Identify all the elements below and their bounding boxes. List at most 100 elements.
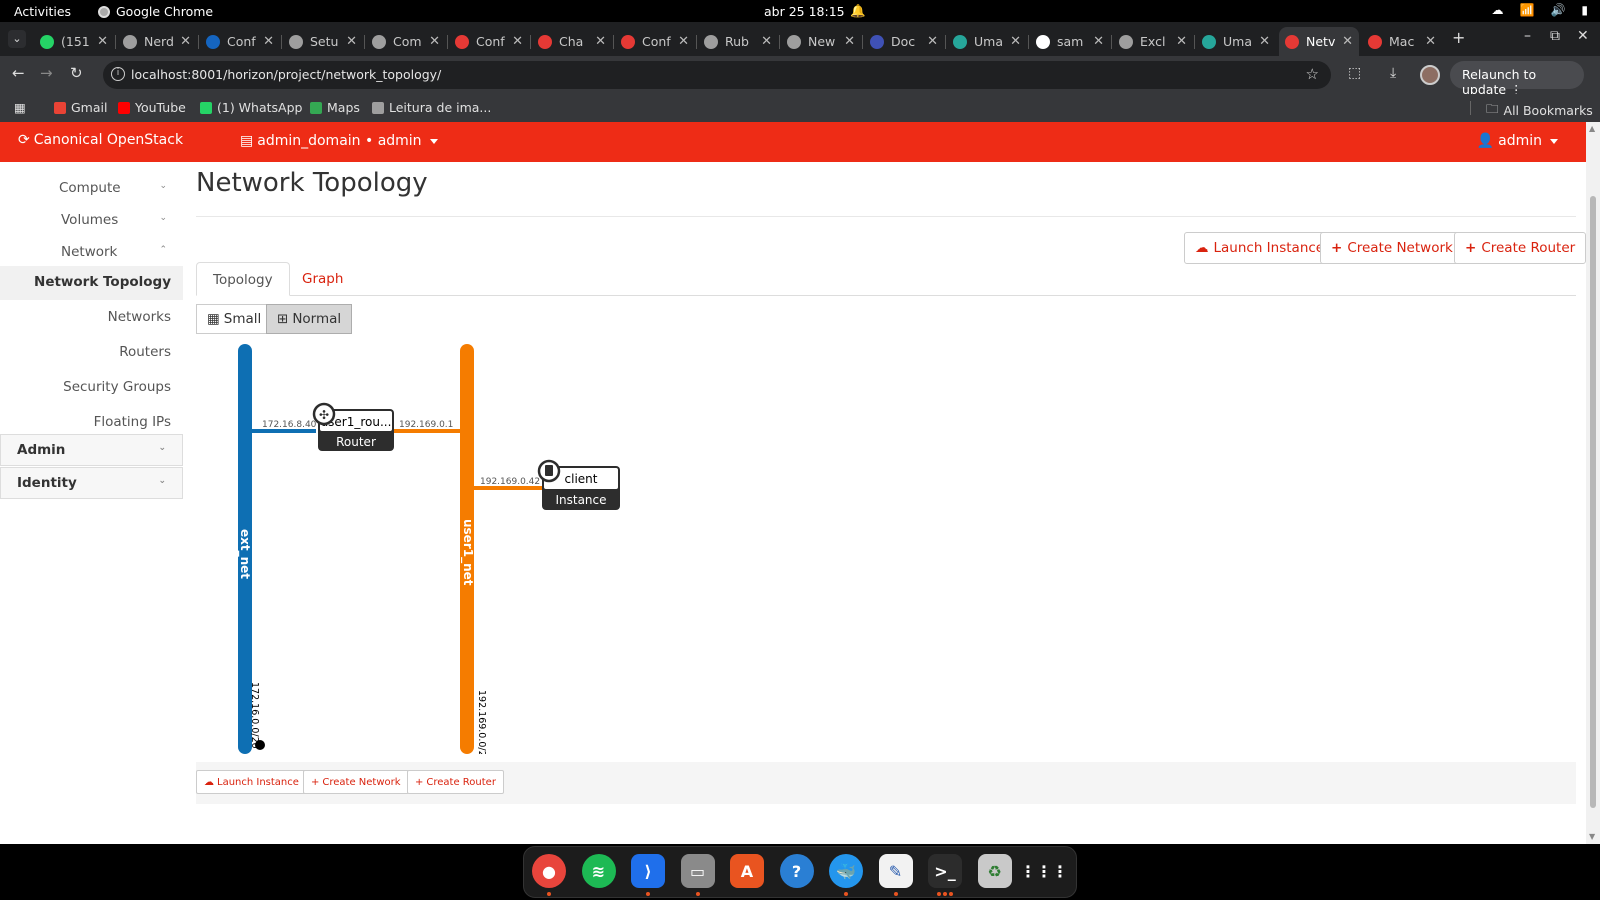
small-view-toggle[interactable]: ▦ Small	[196, 304, 273, 334]
sidebar-item-volumes[interactable]: Volumes ⌄	[0, 204, 183, 236]
browser-tab[interactable]: Rub ✕	[698, 27, 778, 56]
bookmark-item[interactable]: YouTube	[118, 100, 186, 115]
apps-grid-icon[interactable]: ▦	[14, 100, 26, 115]
tab-close-icon[interactable]: ✕	[1425, 34, 1436, 49]
launch-instance-button-bottom[interactable]: ☁ Launch Instance	[196, 770, 307, 794]
tab-close-icon[interactable]: ✕	[1259, 34, 1270, 49]
normal-view-toggle[interactable]: ⊞ Normal	[266, 304, 353, 334]
browser-tab[interactable]: sam ✕	[1030, 27, 1110, 56]
profile-avatar[interactable]	[1420, 65, 1440, 85]
bookmark-item[interactable]: Gmail	[54, 100, 107, 115]
browser-tab[interactable]: New ✕	[781, 27, 861, 56]
tab-topology[interactable]: Topology	[196, 262, 290, 296]
sidebar-group-identity[interactable]: Identity ⌄	[0, 467, 183, 499]
router-node[interactable]: user1_rou... Router ✣	[312, 402, 394, 451]
bookmark-item[interactable]: Leitura de ima...	[372, 100, 491, 115]
browser-tab[interactable]: Excl ✕	[1113, 27, 1193, 56]
files-icon[interactable]: ▭	[680, 854, 715, 888]
browser-tab[interactable]: Conf ✕	[200, 27, 280, 56]
sidebar-item-compute[interactable]: Compute ⌄	[0, 172, 183, 204]
sidebar-item-security-groups[interactable]: Security Groups	[63, 379, 171, 395]
browser-tab[interactable]: Conf ✕	[615, 27, 695, 56]
sidebar-item-routers[interactable]: Routers	[119, 344, 171, 360]
sidebar-item-network-topology[interactable]: Network Topology	[34, 274, 171, 290]
docker-icon[interactable]: 🐳	[829, 854, 863, 888]
extensions-icon[interactable]: ⬚	[1348, 65, 1361, 81]
scroll-down-icon[interactable]: ▼	[1589, 832, 1595, 841]
site-info-icon[interactable]: i	[111, 67, 125, 81]
tab-close-icon[interactable]: ✕	[844, 34, 855, 49]
sidebar-item-floating-ips[interactable]: Floating IPs	[94, 414, 171, 430]
sidebar-item-networks[interactable]: Networks	[108, 309, 171, 325]
tab-search-button[interactable]: ⌄	[8, 30, 26, 48]
tab-close-icon[interactable]: ✕	[180, 34, 191, 49]
scrollbar-thumb[interactable]	[1590, 196, 1596, 808]
page-scrollbar[interactable]: ▲ ▼	[1586, 122, 1600, 844]
address-bar[interactable]: i localhost:8001/horizon/project/network…	[103, 61, 1331, 89]
text-editor-icon[interactable]: ✎	[878, 854, 913, 888]
sidebar-item-network[interactable]: Network ⌃	[0, 236, 183, 268]
help-icon[interactable]: ?	[779, 854, 814, 888]
bookmark-item[interactable]: Maps	[310, 100, 360, 115]
tab-close-icon[interactable]: ✕	[512, 34, 523, 49]
tab-close-icon[interactable]: ✕	[263, 34, 274, 49]
browser-tab[interactable]: Setu ✕	[283, 27, 363, 56]
reload-icon[interactable]: ↻	[70, 64, 83, 82]
tab-close-icon[interactable]: ✕	[927, 34, 938, 49]
close-window-icon[interactable]: ✕	[1577, 28, 1589, 44]
browser-tab[interactable]: Com ✕	[366, 27, 446, 56]
browser-tab[interactable]: Netv ✕	[1279, 27, 1359, 56]
browser-tab[interactable]: Conf ✕	[449, 27, 529, 56]
tab-close-icon[interactable]: ✕	[1176, 34, 1187, 49]
tab-close-icon[interactable]: ✕	[761, 34, 772, 49]
tab-close-icon[interactable]: ✕	[1342, 34, 1353, 49]
terminal-icon[interactable]: >_	[928, 854, 962, 888]
sidebar-group-admin[interactable]: Admin ⌄	[0, 434, 183, 466]
vscode-icon[interactable]: ⟩	[631, 854, 665, 888]
launch-instance-button[interactable]: ☁ Launch Instance	[1184, 232, 1336, 264]
brand-link[interactable]: ⟳ Canonical OpenStack	[18, 132, 183, 148]
browser-tab[interactable]: Doc ✕	[864, 27, 944, 56]
browser-tab[interactable]: Nerd ✕	[117, 27, 197, 56]
app-center-icon[interactable]: A	[730, 854, 764, 888]
create-router-button[interactable]: + Create Router	[1454, 232, 1586, 264]
chrome-icon[interactable]: ●	[532, 854, 566, 888]
spotify-icon[interactable]: ≋	[581, 854, 616, 888]
relaunch-button[interactable]: Relaunch to update ⋮	[1450, 61, 1584, 97]
system-tray[interactable]: ☁ 📶 🔊 ▮	[1491, 3, 1588, 17]
bookmark-item[interactable]: (1) WhatsApp	[200, 100, 302, 115]
new-tab-button[interactable]: +	[1452, 28, 1465, 47]
download-icon[interactable]: ⤓	[1390, 65, 1396, 81]
user-menu[interactable]: 👤 admin	[1477, 133, 1558, 149]
project-selector[interactable]: ▤ admin_domain • admin	[240, 133, 438, 149]
browser-tab[interactable]: (151 ✕	[34, 27, 114, 56]
browser-tab[interactable]: Uma ✕	[1196, 27, 1276, 56]
instance-node[interactable]: client Instance	[537, 459, 620, 510]
tab-close-icon[interactable]: ✕	[595, 34, 606, 49]
tab-close-icon[interactable]: ✕	[1093, 34, 1104, 49]
tab-close-icon[interactable]: ✕	[346, 34, 357, 49]
bookmark-star-icon[interactable]: ☆	[1306, 65, 1319, 83]
create-router-button-bottom[interactable]: + Create Router	[407, 770, 504, 794]
tab-close-icon[interactable]: ✕	[429, 34, 440, 49]
app-menu[interactable]: Google Chrome	[98, 4, 213, 19]
tab-graph[interactable]: Graph	[286, 262, 359, 296]
clock[interactable]: abr 25 18:15	[764, 4, 845, 19]
browser-tab[interactable]: Cha ✕	[532, 27, 612, 56]
trash-icon[interactable]: ♻	[977, 854, 1012, 888]
scroll-up-icon[interactable]: ▲	[1589, 124, 1595, 133]
minimize-icon[interactable]: –	[1524, 28, 1531, 44]
activities-button[interactable]: Activities	[14, 4, 71, 19]
create-network-button[interactable]: + Create Network	[1320, 232, 1464, 264]
forward-icon[interactable]: →	[40, 64, 53, 82]
create-network-button-bottom[interactable]: + Create Network	[303, 770, 409, 794]
tab-close-icon[interactable]: ✕	[97, 34, 108, 49]
browser-tab[interactable]: Uma ✕	[947, 27, 1027, 56]
tab-close-icon[interactable]: ✕	[1010, 34, 1021, 49]
browser-tab[interactable]: Mac ✕	[1362, 27, 1442, 56]
maximize-icon[interactable]: ⧉	[1550, 28, 1560, 44]
all-bookmarks-button[interactable]: 🗀 All Bookmarks	[1486, 100, 1593, 121]
back-icon[interactable]: ←	[12, 64, 25, 82]
tab-close-icon[interactable]: ✕	[678, 34, 689, 49]
app-grid-icon[interactable]: ⋮⋮⋮	[1020, 854, 1068, 888]
